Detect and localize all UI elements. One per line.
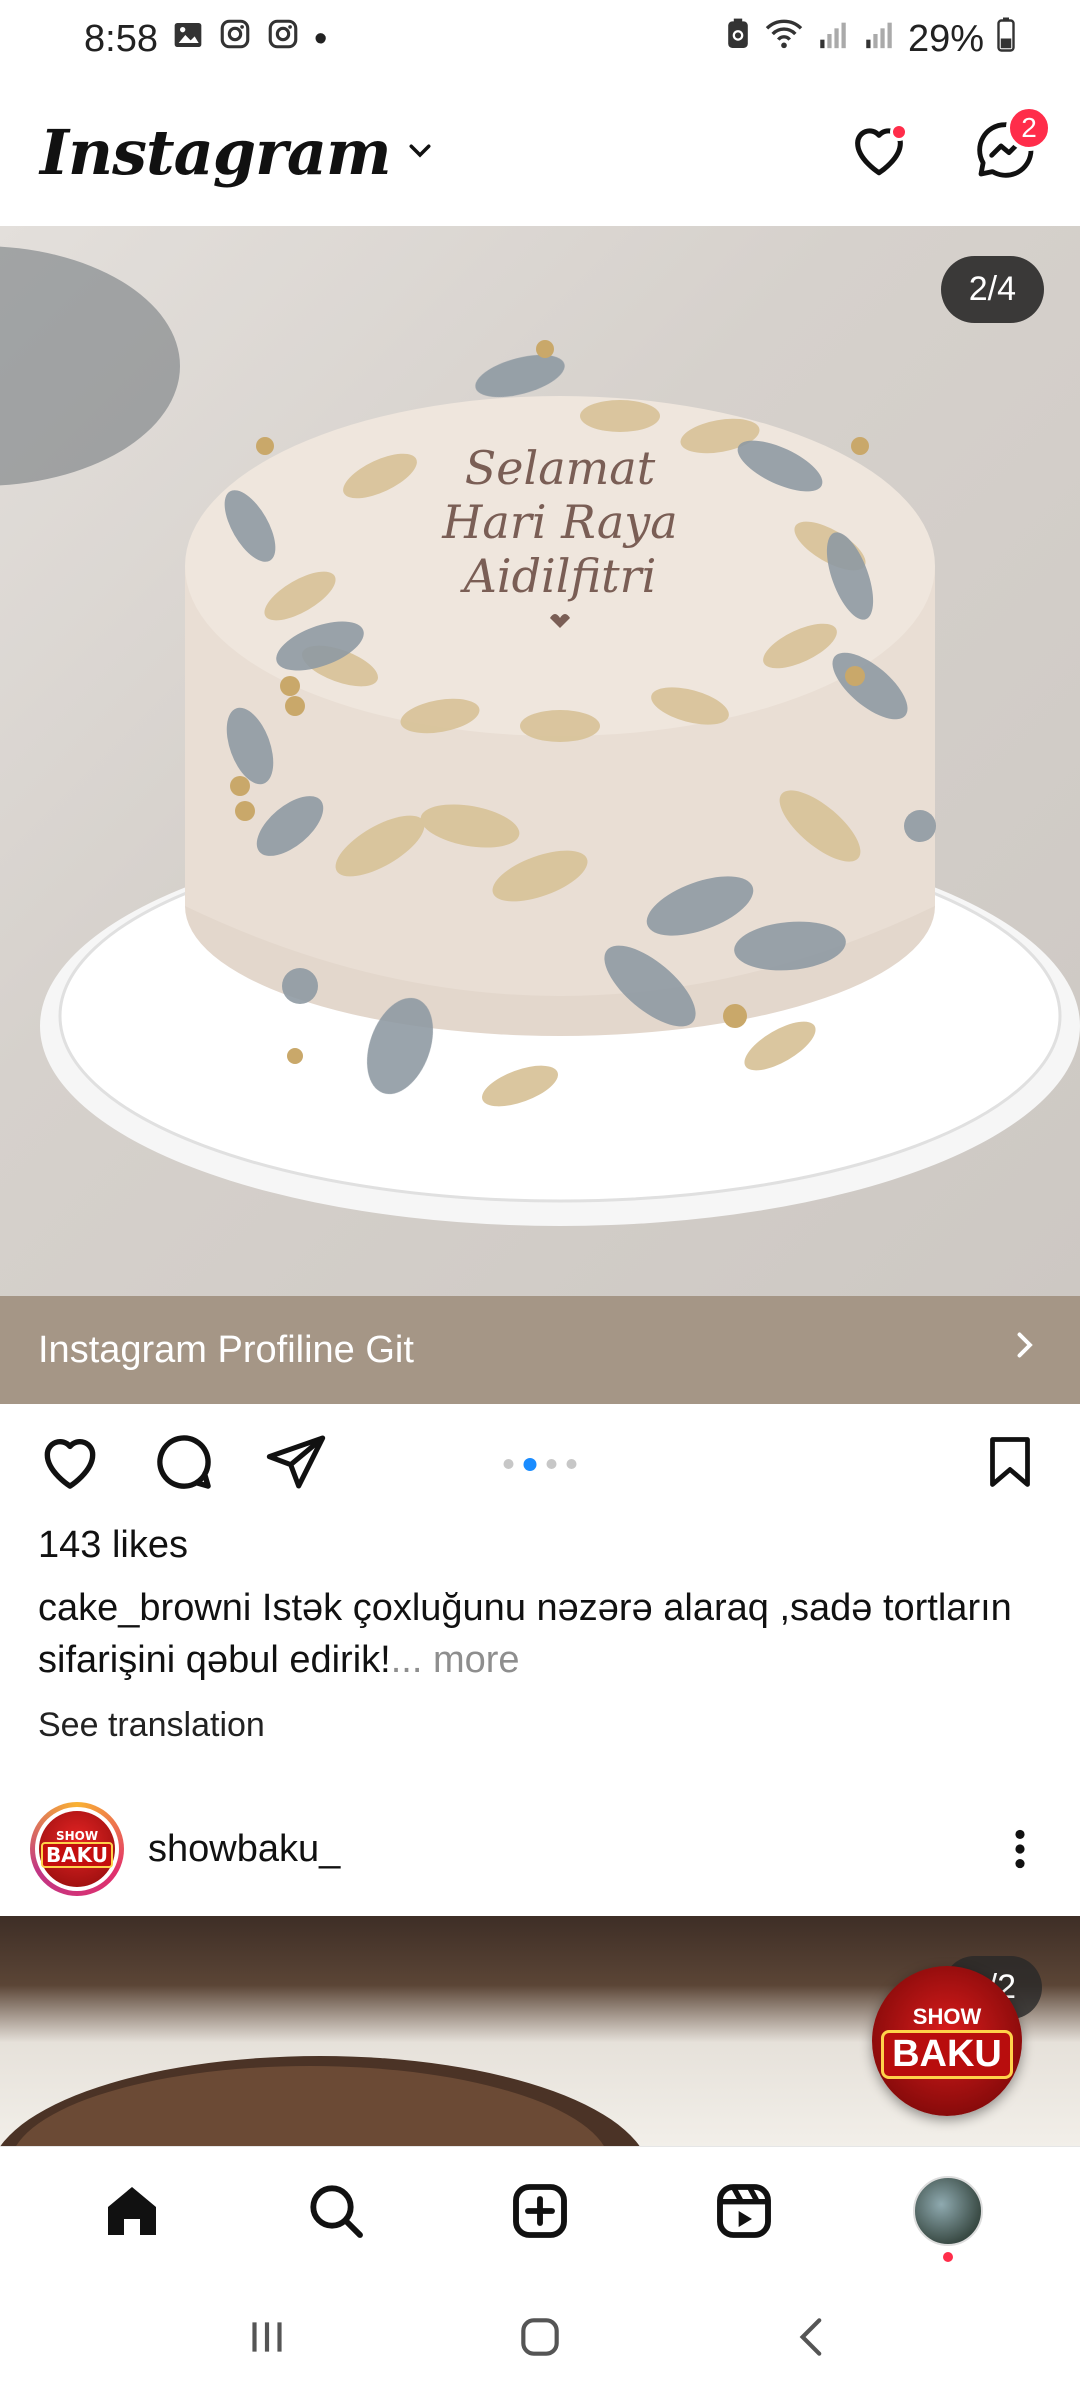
likes-count[interactable]: 143 likes xyxy=(38,1524,188,1567)
image-counter-badge: 2/4 xyxy=(940,256,1044,323)
badge-show-text: SHOW xyxy=(912,2003,982,2029)
system-navigation-bar xyxy=(0,2274,1080,2400)
status-time: 8:58 xyxy=(84,17,158,60)
data-saver-icon xyxy=(724,17,752,61)
badge-baku-text: BAKU xyxy=(881,2029,1013,2079)
paper-plane-icon xyxy=(266,1434,326,1489)
tab-create[interactable] xyxy=(495,2166,585,2256)
post-action-row xyxy=(0,1404,1080,1524)
notification-dot: • xyxy=(313,17,328,60)
recent-apps-button[interactable] xyxy=(227,2297,307,2377)
cta-label: Instagram Profiline Git xyxy=(38,1328,414,1371)
signal-icon-2 xyxy=(862,17,896,61)
carousel-dot xyxy=(503,1459,514,1469)
caption-more-link[interactable]: ... more xyxy=(391,1639,520,1681)
signal-icon xyxy=(816,17,850,61)
cake-illustration: Selamat Hari Raya Aidilfitri xyxy=(0,246,1080,1226)
next-post-username[interactable]: showbaku_ xyxy=(148,1828,340,1871)
avatar-baku-text: BAKU xyxy=(40,1842,114,1868)
post-caption: cake_browni Istək çoxluğunu nəzərə alara… xyxy=(38,1582,1038,1686)
reels-icon xyxy=(717,2183,771,2238)
logo-switcher[interactable]: Instagram xyxy=(40,116,435,189)
recent-apps-icon xyxy=(252,2322,282,2352)
next-post-header: SHOW BAKU showbaku_ xyxy=(0,1796,1080,1902)
bookmark-icon xyxy=(990,1436,1030,1487)
showbaku-avatar-logo: SHOW BAKU xyxy=(39,1811,115,1887)
cake-text-line1: Selamat xyxy=(465,441,656,495)
messenger-button[interactable]: 2 xyxy=(970,105,1052,187)
carousel-dot xyxy=(566,1459,577,1469)
share-button[interactable] xyxy=(264,1430,328,1499)
app-header: Instagram 2 xyxy=(0,78,1080,226)
post-actions-left xyxy=(36,1428,328,1501)
visit-profile-cta[interactable]: Instagram Profiline Git xyxy=(0,1296,1080,1404)
tab-home[interactable] xyxy=(87,2166,177,2256)
status-left: 8:58 • xyxy=(84,17,327,61)
see-translation-link[interactable]: See translation xyxy=(38,1706,265,1745)
more-vertical-icon xyxy=(1015,1829,1025,1869)
carousel-dot-active xyxy=(523,1457,537,1471)
carousel-dot xyxy=(546,1459,557,1469)
profile-notification-dot xyxy=(943,2251,953,2262)
caption-username[interactable]: cake_browni xyxy=(38,1587,251,1629)
cake-text-line2: Hari Raya xyxy=(441,495,677,549)
tab-reels[interactable] xyxy=(699,2166,789,2256)
comment-icon xyxy=(157,1434,211,1489)
instagram-notif-icon xyxy=(218,17,252,61)
heart-outline-icon xyxy=(44,1438,96,1489)
comment-button[interactable] xyxy=(150,1428,218,1501)
tab-profile[interactable] xyxy=(903,2166,993,2262)
save-button[interactable] xyxy=(980,1430,1040,1499)
post-options-button[interactable] xyxy=(1000,1824,1040,1879)
tab-search[interactable] xyxy=(291,2166,381,2256)
status-bar: 8:58 • 29% xyxy=(0,0,1080,78)
showbaku-floating-badge[interactable]: SHOW BAKU xyxy=(872,1966,1022,2116)
instagram-logo: Instagram xyxy=(40,115,392,189)
home-system-button[interactable] xyxy=(500,2297,580,2377)
carousel-indicator xyxy=(503,1457,577,1471)
search-icon xyxy=(310,2184,363,2238)
cake-text-line3: Aidilfitri xyxy=(460,549,657,603)
like-button[interactable] xyxy=(36,1428,104,1501)
battery-icon xyxy=(996,16,1016,62)
story-ring-avatar[interactable]: SHOW BAKU xyxy=(30,1802,124,1896)
profile-avatar xyxy=(913,2175,983,2246)
home-icon xyxy=(108,2186,156,2235)
avatar: SHOW BAKU xyxy=(35,1807,119,1891)
bottom-tab-bar xyxy=(0,2146,1080,2274)
wifi-icon xyxy=(764,17,804,61)
home-square-icon xyxy=(521,2318,559,2356)
instagram-notif-icon-2 xyxy=(266,17,300,61)
post-image[interactable]: Selamat Hari Raya Aidilfitri 2/4 xyxy=(0,226,1080,1296)
avatar-show-text: SHOW xyxy=(55,1829,99,1843)
chevron-right-icon xyxy=(1006,1327,1042,1373)
status-right: 29% xyxy=(724,16,1016,62)
back-arrow-icon xyxy=(799,2318,822,2356)
chevron-down-icon xyxy=(405,135,435,170)
messages-count-badge: 2 xyxy=(1006,105,1052,151)
header-actions: 2 xyxy=(844,105,1052,187)
notification-dot-badge xyxy=(890,123,908,141)
notifications-button[interactable] xyxy=(844,117,914,187)
gallery-icon xyxy=(172,18,204,61)
battery-percent: 29% xyxy=(907,17,984,60)
back-button[interactable] xyxy=(773,2297,853,2377)
add-post-icon xyxy=(513,2183,567,2238)
